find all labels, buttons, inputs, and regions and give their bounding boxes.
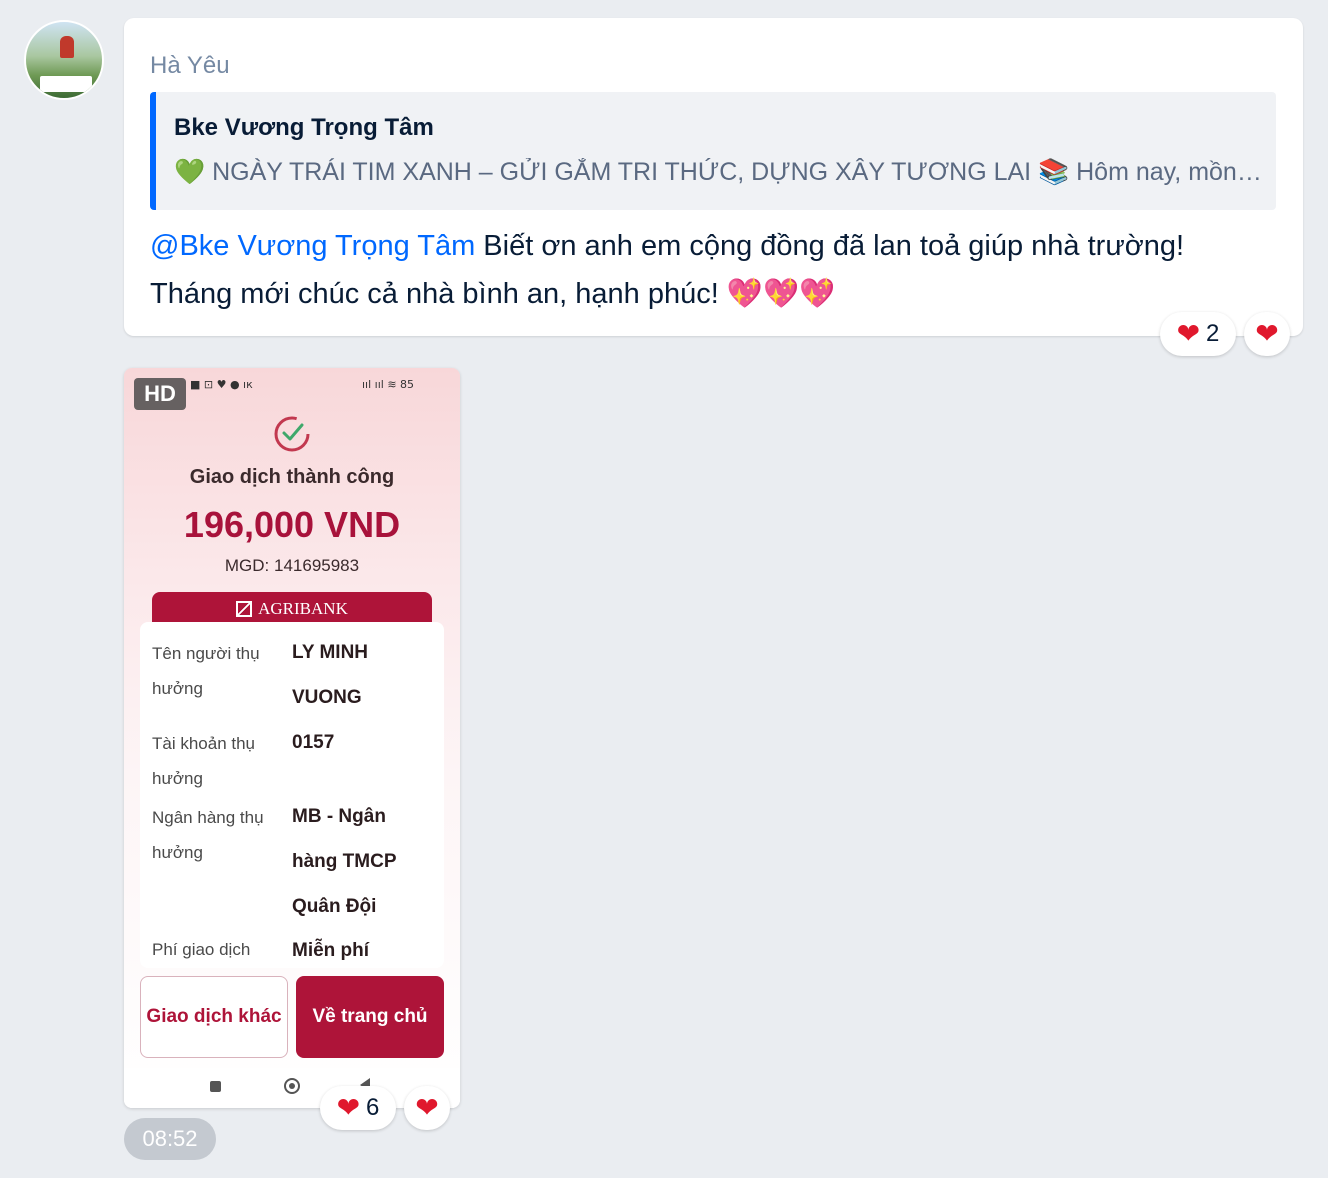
agribank-logo-icon xyxy=(236,601,253,617)
sender-name[interactable]: Hà Yêu xyxy=(150,52,230,80)
home-button: Về trang chủ xyxy=(296,976,444,1058)
transaction-id: MGD: 141695983 xyxy=(224,556,360,575)
transfer-details: Tên người thụ hưởng LY MINH VUONG Tài kh… xyxy=(140,622,444,968)
heart-icon: ❤ xyxy=(336,1092,361,1123)
reaction-summary[interactable]: ❤ 2 xyxy=(1160,312,1236,356)
bank-name: AGRIBANK xyxy=(258,599,348,618)
detail-value: Miễn phí xyxy=(292,940,370,961)
detail-label: Ngân hàng thụ hưởng xyxy=(152,808,264,862)
other-transaction-button: Giao dịch khác xyxy=(140,976,288,1058)
bank-header: AGRIBANK xyxy=(152,592,432,626)
message-text: @Bke Vương Trọng Tâm Biết ơn anh em cộng… xyxy=(150,222,1270,318)
message-text-line2: Tháng mới chúc cả nhà bình an, hạnh phúc… xyxy=(150,278,836,310)
heart-icon: ❤ xyxy=(1255,318,1279,349)
image-reaction-summary[interactable]: ❤ 6 xyxy=(320,1086,396,1130)
detail-value: LY MINH VUONG xyxy=(292,642,369,708)
sender-avatar[interactable] xyxy=(24,20,104,100)
status-left: ■ ⊡ ♥ ● ıк xyxy=(190,378,253,391)
check-circle-icon xyxy=(274,416,310,452)
hd-badge: HD xyxy=(134,378,186,410)
success-title: Giao dịch thành công xyxy=(189,466,395,488)
reaction-count: 2 xyxy=(1206,320,1220,347)
recent-apps-icon xyxy=(210,1081,221,1092)
home-circle-icon xyxy=(284,1078,300,1094)
message-text-line1: Biết ơn anh em cộng đồng đã lan toả giúp… xyxy=(475,230,1185,262)
message-time: 08:52 xyxy=(124,1118,216,1160)
avatar-figure xyxy=(60,36,74,58)
quoted-message[interactable]: Bke Vương Trọng Tâm 💚 NGÀY TRÁI TIM XANH… xyxy=(150,92,1276,210)
image-message[interactable]: ■ ⊡ ♥ ● ıк ııl ııl ≋ 85 HD Giao dịch thà… xyxy=(124,368,460,1108)
quoted-text: 💚 NGÀY TRÁI TIM XANH – GỬI GẮM TRI THỨC,… xyxy=(174,158,1264,186)
mention-link[interactable]: @Bke Vương Trọng Tâm xyxy=(150,230,475,262)
heart-icon: ❤ xyxy=(1176,318,1201,349)
detail-label: Tài khoản thụ hưởng xyxy=(152,734,256,788)
heart-icon: ❤ xyxy=(415,1092,439,1123)
avatar-caption xyxy=(40,76,92,92)
detail-value: MB - Ngân hàng TMCP Quân Đội xyxy=(292,806,397,917)
image-react-button[interactable]: ❤ xyxy=(404,1086,450,1130)
image-reaction-count: 6 xyxy=(366,1094,380,1121)
quoted-author: Bke Vương Trọng Tâm xyxy=(174,114,434,141)
detail-label: Tên người thụ hưởng xyxy=(152,644,260,698)
react-button[interactable]: ❤ xyxy=(1244,312,1290,356)
detail-value: 0157 xyxy=(292,732,335,753)
detail-label: Phí giao dịch xyxy=(152,940,251,959)
message-bubble[interactable]: Hà Yêu Bke Vương Trọng Tâm 💚 NGÀY TRÁI T… xyxy=(124,18,1303,336)
status-right: ııl ııl ≋ 85 xyxy=(362,378,415,391)
transfer-amount: 196,000 VND xyxy=(183,504,401,545)
